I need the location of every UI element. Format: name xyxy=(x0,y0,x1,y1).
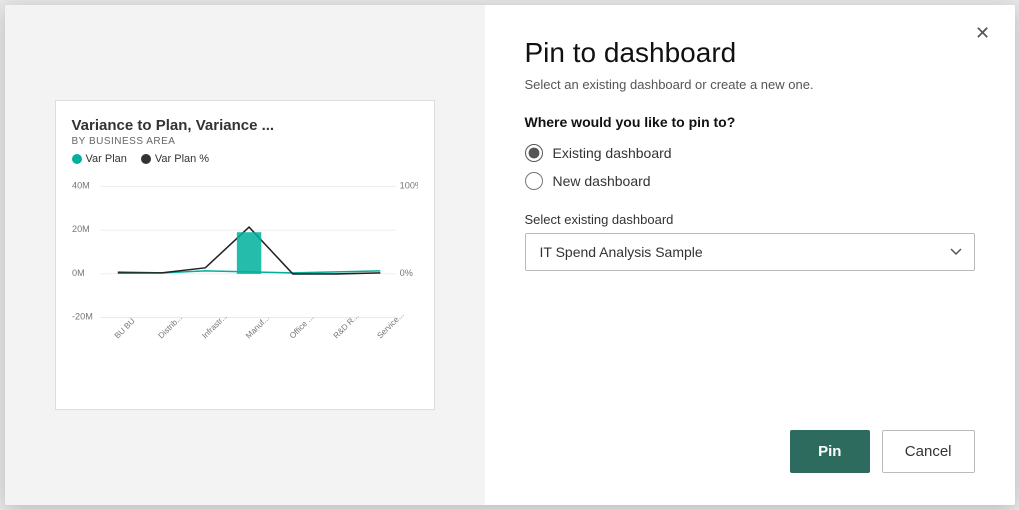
pin-panel: ✕ Pin to dashboard Select an existing da… xyxy=(485,5,1015,505)
pin-button[interactable]: Pin xyxy=(790,430,870,473)
chart-card: Variance to Plan, Variance ... BY BUSINE… xyxy=(55,100,435,410)
legend-dot-var-plan xyxy=(72,154,82,164)
svg-text:Manuf...: Manuf... xyxy=(244,313,271,340)
where-label: Where would you like to pin to? xyxy=(525,114,975,130)
radio-existing-dashboard[interactable]: Existing dashboard xyxy=(525,144,975,162)
svg-text:100%: 100% xyxy=(399,180,417,190)
dropdown-label: Select existing dashboard xyxy=(525,212,975,227)
legend-item-var-plan: Var Plan xyxy=(72,153,127,165)
svg-text:0M: 0M xyxy=(72,268,85,278)
existing-dashboard-dropdown[interactable]: IT Spend Analysis Sample xyxy=(525,233,975,271)
chart-title: Variance to Plan, Variance ... xyxy=(72,117,418,134)
chart-legend: Var Plan Var Plan % xyxy=(72,153,418,165)
svg-text:Distrib...: Distrib... xyxy=(156,313,183,340)
legend-item-var-plan-pct: Var Plan % xyxy=(141,153,209,165)
svg-text:0%: 0% xyxy=(399,268,412,278)
radio-new-dashboard[interactable]: New dashboard xyxy=(525,172,975,190)
radio-existing-label: Existing dashboard xyxy=(553,145,672,161)
radio-new-label: New dashboard xyxy=(553,173,651,189)
legend-dot-var-plan-pct xyxy=(141,154,151,164)
radio-existing-input[interactable] xyxy=(525,144,543,162)
panel-title: Pin to dashboard xyxy=(525,37,975,69)
svg-text:40M: 40M xyxy=(72,180,90,190)
svg-text:Service...: Service... xyxy=(375,310,405,340)
button-row: Pin Cancel xyxy=(525,430,975,473)
svg-text:Infrastr...: Infrastr... xyxy=(200,312,229,341)
radio-group: Existing dashboard New dashboard xyxy=(525,144,975,190)
legend-label-var-plan: Var Plan xyxy=(86,153,127,165)
close-button[interactable]: ✕ xyxy=(969,19,997,47)
modal-container: Variance to Plan, Variance ... BY BUSINE… xyxy=(5,5,1015,505)
svg-text:-20M: -20M xyxy=(72,312,93,322)
cancel-button[interactable]: Cancel xyxy=(882,430,975,473)
svg-text:BU BU: BU BU xyxy=(112,316,136,340)
panel-subtitle: Select an existing dashboard or create a… xyxy=(525,77,975,92)
chart-svg-area: 40M 20M 0M -20M 100% 0% xyxy=(72,173,418,383)
svg-text:20M: 20M xyxy=(72,224,90,234)
svg-text:Office ...: Office ... xyxy=(287,313,315,341)
chart-subtitle: BY BUSINESS AREA xyxy=(72,136,418,147)
radio-new-input[interactable] xyxy=(525,172,543,190)
svg-text:R&D R...: R&D R... xyxy=(331,311,360,340)
legend-label-var-plan-pct: Var Plan % xyxy=(155,153,209,165)
chart-preview-panel: Variance to Plan, Variance ... BY BUSINE… xyxy=(5,5,485,505)
